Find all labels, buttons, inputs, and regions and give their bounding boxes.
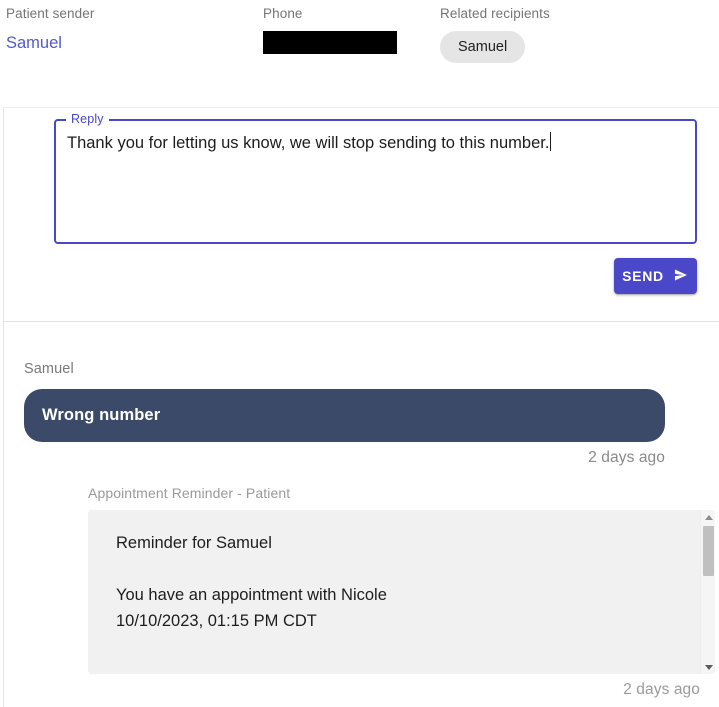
reply-text-content[interactable]: Thank you for letting us know, we will s…	[67, 131, 685, 155]
send-button-label: SEND	[622, 268, 664, 284]
thread-message-reminder: Appointment Reminder - Patient Reminder …	[4, 467, 719, 699]
caret-down-icon	[704, 664, 713, 670]
message-timestamp: 2 days ago	[588, 449, 665, 466]
recipient-chip[interactable]: Samuel	[440, 31, 526, 63]
phone-redaction-box	[263, 31, 397, 54]
phone-label: Phone	[263, 6, 303, 21]
reply-composer: Reply Thank you for letting us know, we …	[54, 112, 697, 244]
send-button[interactable]: SEND	[614, 258, 697, 294]
phone-field: Phone	[263, 6, 397, 54]
scrollbar-thumb[interactable]	[703, 526, 714, 576]
message-header-meta: Patient sender Samuel Phone Related reci…	[0, 0, 719, 100]
reminder-body-text: Reminder for Samuel You have an appointm…	[116, 534, 387, 630]
scroll-up-button[interactable]	[701, 510, 715, 524]
reply-value: Thank you for letting us know, we will s…	[67, 134, 550, 152]
scroll-down-button[interactable]	[701, 660, 715, 674]
message-author: Samuel	[24, 361, 74, 377]
reminder-title: Appointment Reminder - Patient	[88, 485, 291, 501]
reminder-content-box: Reminder for Samuel You have an appointm…	[88, 510, 715, 674]
message-thread: Samuel Wrong number 2 days ago Appointme…	[4, 322, 719, 699]
patient-sender-link[interactable]: Samuel	[6, 33, 62, 53]
related-recipients-field: Related recipients Samuel	[440, 6, 550, 63]
message-text: Wrong number	[42, 406, 161, 424]
related-recipients-label: Related recipients	[440, 6, 550, 21]
reminder-timestamp: 2 days ago	[623, 681, 700, 698]
patient-sender-field: Patient sender Samuel	[6, 6, 94, 53]
reply-field-label: Reply	[66, 112, 109, 127]
text-caret	[550, 132, 552, 151]
caret-up-icon	[704, 514, 713, 520]
reminder-scrollbar[interactable]	[700, 510, 715, 674]
patient-sender-label: Patient sender	[6, 6, 95, 21]
conversation-panel: Reply Thank you for letting us know, we …	[3, 107, 719, 707]
message-bubble: Wrong number	[24, 389, 665, 442]
send-icon	[672, 268, 689, 285]
thread-message-incoming: Samuel Wrong number 2 days ago	[4, 322, 719, 467]
